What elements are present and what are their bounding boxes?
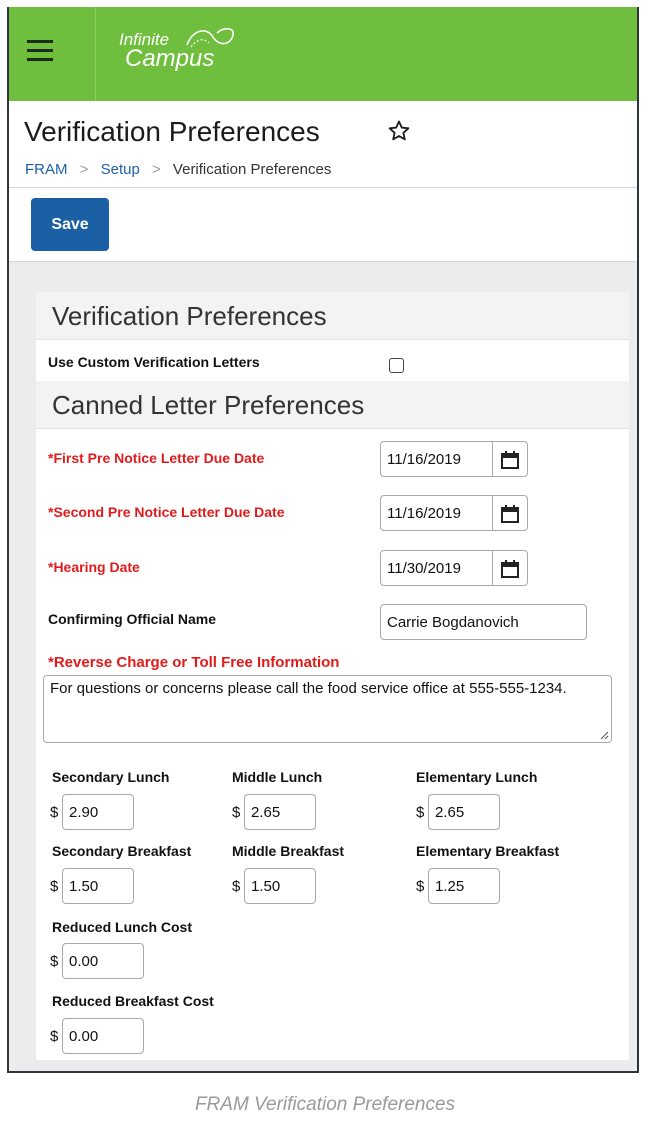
star-outline-icon[interactable] [387,119,411,143]
currency-symbol: $ [416,804,425,821]
currency-symbol: $ [50,878,59,895]
reverse-charge-label: *Reverse Charge or Toll Free Information [48,654,340,671]
middle-breakfast-value: 1.50 [251,878,281,895]
field-divider [492,551,493,585]
calendar-icon[interactable] [500,559,520,579]
second-pre-notice-value: 11/16/2019 [387,505,461,522]
currency-symbol: $ [416,878,425,895]
elementary-breakfast-input[interactable]: 1.25 [428,868,500,904]
calendar-icon[interactable] [500,504,520,524]
calendar-icon[interactable] [500,450,520,470]
top-navigation-bar: Infinite Campus [9,7,637,101]
first-pre-notice-value: 11/16/2019 [387,451,461,468]
app-window: Infinite Campus Verification Preferences… [7,7,639,1073]
page-title: Verification Preferences [24,116,320,147]
elementary-breakfast-field: $ 1.25 [416,868,516,904]
page-header: Verification Preferences FRAM > Setup > … [9,101,637,188]
field-divider [492,496,493,530]
elementary-breakfast-label: Elementary Breakfast [416,843,560,859]
currency-symbol: $ [50,1028,59,1045]
secondary-breakfast-field: $ 1.50 [50,868,150,904]
secondary-breakfast-label: Secondary Breakfast [52,843,192,859]
first-pre-notice-date-field[interactable]: 11/16/2019 [380,441,528,477]
topbar-divider [95,7,96,101]
middle-lunch-field: $ 2.65 [232,794,332,830]
resize-grip-icon[interactable] [599,730,609,740]
hamburger-menu-icon[interactable] [27,40,53,62]
custom-letters-checkbox[interactable] [389,358,404,373]
confirming-official-input[interactable]: Carrie Bogdanovich [380,604,587,640]
reverse-charge-textarea[interactable]: For questions or concerns please call th… [43,675,612,743]
field-divider [492,442,493,476]
reduced-breakfast-field: $ 0.00 [50,1018,160,1054]
hearing-date-label: *Hearing Date [48,559,140,575]
hearing-date-value: 11/30/2019 [387,560,461,577]
reduced-lunch-label: Reduced Lunch Cost [52,919,193,935]
elementary-breakfast-value: 1.25 [435,878,465,895]
image-caption: FRAM Verification Preferences [194,1094,456,1115]
elementary-lunch-value: 2.65 [435,804,465,821]
reduced-lunch-input[interactable]: 0.00 [62,943,144,979]
reduced-breakfast-value: 0.00 [69,1028,99,1045]
first-pre-notice-label: *First Pre Notice Letter Due Date [48,450,265,466]
secondary-lunch-field: $ 2.90 [50,794,150,830]
preferences-panel: Verification Preferences Use Custom Veri… [36,292,629,1060]
currency-symbol: $ [232,804,241,821]
secondary-lunch-value: 2.90 [69,804,99,821]
middle-lunch-input[interactable]: 2.65 [244,794,316,830]
middle-breakfast-label: Middle Breakfast [232,843,345,859]
elementary-lunch-input[interactable]: 2.65 [428,794,500,830]
reduced-breakfast-label: Reduced Breakfast Cost [52,993,214,1009]
save-button[interactable]: Save [31,198,109,251]
middle-breakfast-field: $ 1.50 [232,868,332,904]
breadcrumb-separator: > [151,161,161,178]
breadcrumb: FRAM > Setup > Verification Preferences [25,161,331,178]
hearing-date-field[interactable]: 11/30/2019 [380,550,528,586]
confirming-official-label: Confirming Official Name [48,611,217,627]
middle-lunch-value: 2.65 [251,804,281,821]
breadcrumb-separator: > [79,161,89,178]
custom-letters-label: Use Custom Verification Letters [48,354,260,370]
currency-symbol: $ [232,878,241,895]
second-pre-notice-date-field[interactable]: 11/16/2019 [380,495,528,531]
reduced-lunch-field: $ 0.00 [50,943,160,979]
confirming-official-value: Carrie Bogdanovich [387,614,519,631]
elementary-lunch-field: $ 2.65 [416,794,516,830]
breadcrumb-current: Verification Preferences [172,161,332,178]
section-header-canned-letters: Canned Letter Preferences [36,381,629,429]
reduced-lunch-value: 0.00 [69,953,99,970]
middle-lunch-label: Middle Lunch [232,769,323,785]
reduced-breakfast-input[interactable]: 0.00 [62,1018,144,1054]
breadcrumb-fram[interactable]: FRAM [25,161,68,178]
second-pre-notice-label: *Second Pre Notice Letter Due Date [48,504,285,520]
elementary-lunch-label: Elementary Lunch [416,769,538,785]
reverse-charge-value: For questions or concerns please call th… [50,680,567,697]
secondary-breakfast-input[interactable]: 1.50 [62,868,134,904]
action-toolbar: Save [9,188,637,262]
secondary-breakfast-value: 1.50 [69,878,99,895]
breadcrumb-setup[interactable]: Setup [101,161,140,178]
secondary-lunch-input[interactable]: 2.90 [62,794,134,830]
currency-symbol: $ [50,953,59,970]
section-header-verification: Verification Preferences [36,292,629,340]
currency-symbol: $ [50,804,59,821]
secondary-lunch-label: Secondary Lunch [52,769,170,785]
logo-swoosh-icon [186,27,234,48]
middle-breakfast-input[interactable]: 1.50 [244,868,316,904]
